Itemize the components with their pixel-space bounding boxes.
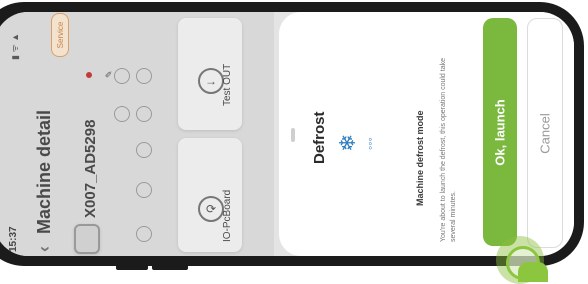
machine-icon-card <box>74 224 100 254</box>
gear-icon[interactable] <box>136 106 152 122</box>
sheet-subtitle: Machine defrost mode <box>415 110 425 206</box>
ok-launch-label: Ok, launch <box>492 98 508 166</box>
service-badge: Service <box>51 13 69 57</box>
sheet-description: You're about to launch the defrost, this… <box>439 42 459 242</box>
card-test-out[interactable]: → Test OUT <box>178 18 242 130</box>
status-dot <box>86 72 92 78</box>
arrow-right-circle-icon: → <box>198 68 224 94</box>
refresh-icon: ⟳ <box>198 196 224 222</box>
status-time: 15:37 <box>8 226 19 252</box>
hand-pointer-icon <box>518 262 548 282</box>
page-title: Machine detail <box>34 109 54 234</box>
back-chevron-icon[interactable]: ‹ <box>34 246 55 252</box>
card-io-pcboard[interactable]: ⟳ IO-PcBoard <box>178 138 242 252</box>
machine-id: X007_AD5298 <box>82 119 99 218</box>
screen: 15:37 ▮ ᯤ ▲ ‹ Machine detail Service X00… <box>0 12 574 256</box>
volume-button <box>116 264 148 270</box>
cancel-button[interactable]: Cancel <box>527 18 563 248</box>
sheet-description-text: You're about to launch the defrost, this… <box>440 58 457 242</box>
sheet-handle[interactable] <box>291 128 295 142</box>
info-icon[interactable] <box>114 106 130 122</box>
cancel-label: Cancel <box>537 112 553 154</box>
power-button <box>152 264 188 270</box>
phone-frame: 15:37 ▮ ᯤ ▲ ‹ Machine detail Service X00… <box>0 2 584 270</box>
sheet-title: Defrost <box>311 111 328 164</box>
settings-icon[interactable] <box>136 68 152 84</box>
home-icon[interactable] <box>136 226 152 242</box>
cloud-icon[interactable] <box>114 68 130 84</box>
service-badge-label: Service <box>55 21 65 49</box>
card-test-out-label: Test OUT <box>222 63 233 106</box>
snowflake-drops-icon: ❄ <box>335 133 360 152</box>
snowflake-small-icon[interactable] <box>136 182 152 198</box>
status-icons: ▮ ᯤ ▲ <box>10 32 20 60</box>
drops-icon: ◦◦◦ <box>363 137 377 150</box>
card-io-pcboard-label: IO-PcBoard <box>222 189 233 242</box>
wifi-icon[interactable] <box>136 142 152 158</box>
machine-detail-page: 15:37 ▮ ᯤ ▲ ‹ Machine detail Service X00… <box>0 12 274 256</box>
defrost-sheet: Defrost ❄ ◦◦◦ Machine defrost mode You'r… <box>279 12 574 256</box>
ok-launch-button[interactable]: Ok, launch <box>483 18 517 246</box>
